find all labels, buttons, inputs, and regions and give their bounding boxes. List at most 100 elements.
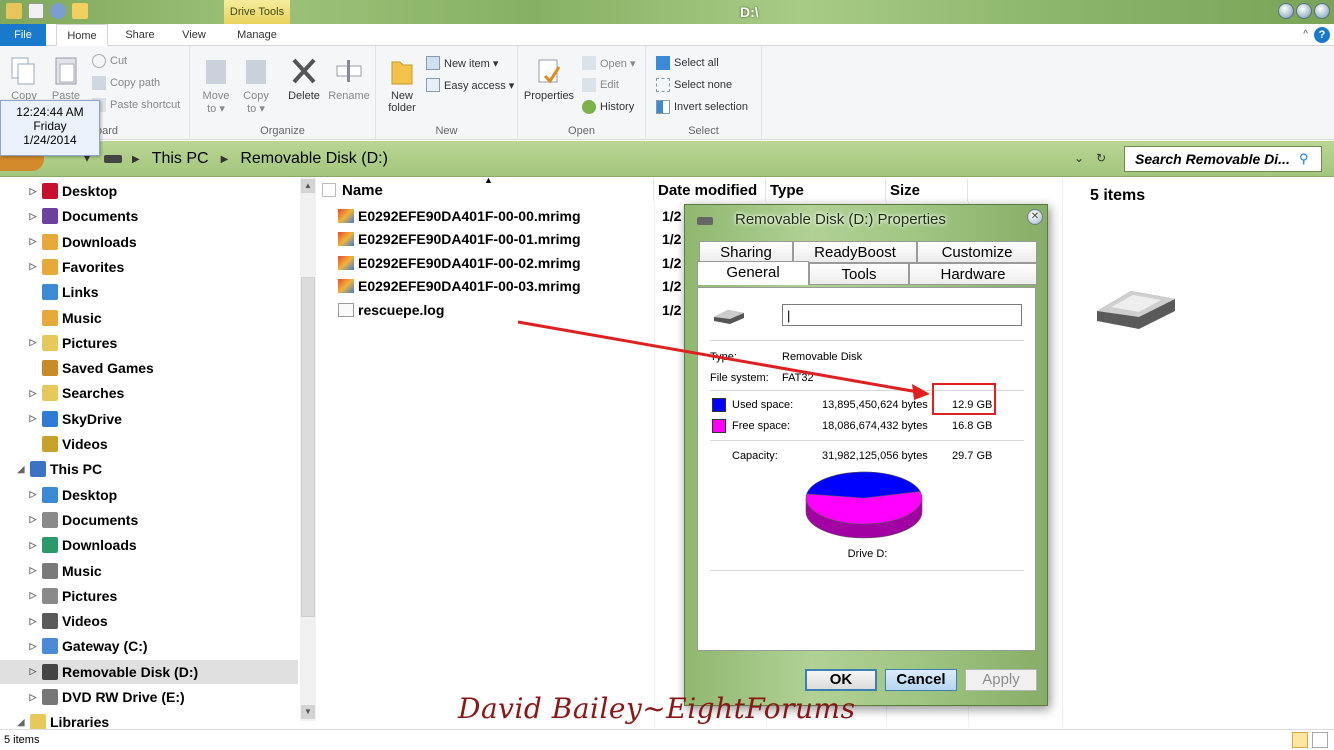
properties-icon[interactable] [28,3,44,19]
expand-arrow-icon[interactable]: ▷ [28,388,38,399]
scroll-down-icon[interactable]: ▼ [301,705,315,719]
expand-arrow-icon[interactable]: ▷ [28,236,38,247]
expand-arrow-icon[interactable]: ▷ [28,616,38,627]
expand-arrow-icon[interactable]: ▷ [28,413,38,424]
help-icon[interactable]: ? [1314,27,1330,43]
expand-arrow-icon[interactable]: ▷ [28,590,38,601]
chevron-right-icon[interactable]: ▶ [132,154,140,165]
nav-item[interactable]: ▷ SkyDrive [28,407,122,431]
column-header-name[interactable]: Name ▲ [318,175,654,201]
rename-button[interactable]: Rename [326,54,372,102]
drive-name-input[interactable] [782,304,1022,326]
tab-tools[interactable]: Tools [809,263,909,285]
column-header-type[interactable]: Type [766,179,886,201]
scroll-thumb[interactable] [301,277,315,617]
search-icon[interactable]: ⚲ [1299,151,1309,167]
expand-arrow-icon[interactable]: ▷ [28,261,38,272]
invert-selection-button[interactable]: Invert selection [656,100,748,114]
new-folder-icon[interactable] [72,3,88,19]
select-all-checkbox[interactable] [322,183,336,197]
nav-item[interactable]: ▷ Desktop [28,179,117,203]
nav-item[interactable]: ▷ DVD RW Drive (E:) [28,685,185,709]
nav-item[interactable]: Links [28,280,99,304]
nav-item[interactable]: ▷ Desktop [28,483,117,507]
column-header-date[interactable]: Date modified [654,179,766,201]
expand-arrow-icon[interactable]: ▷ [28,337,38,348]
expand-arrow-icon[interactable]: ▷ [28,186,38,197]
nav-scrollbar[interactable]: ▲ ▼ [300,177,316,721]
nav-item[interactable]: Music [28,306,102,330]
apply-button[interactable]: Apply [965,669,1037,691]
select-none-button[interactable]: Select none [656,78,732,92]
tab-file[interactable]: File [0,24,46,46]
open-button[interactable]: Open ▾ [582,56,636,70]
nav-item[interactable]: ▷ Music [28,559,102,583]
expand-arrow-icon[interactable]: ▷ [28,666,38,677]
cut-button[interactable]: Cut [92,54,127,68]
nav-item[interactable]: ◢ This PC [16,457,102,481]
expand-arrow-icon[interactable]: ◢ [16,464,26,475]
select-all-button[interactable]: Select all [656,56,719,70]
expand-arrow-icon[interactable]: ▷ [28,211,38,222]
new-item-button[interactable]: New item ▾ [426,56,498,70]
move-to-button[interactable]: Move to ▾ [198,54,234,115]
nav-item[interactable]: ▷ Removable Disk (D:) [0,659,298,684]
nav-item[interactable]: ▷ Documents [28,508,138,532]
maximize-button[interactable] [1296,3,1312,19]
tab-manage[interactable]: Manage [226,24,288,46]
breadcrumb-this-pc[interactable]: This PC [152,150,209,168]
nav-item[interactable]: Videos [28,432,108,456]
properties-button[interactable]: Properties [522,54,576,102]
nav-item[interactable]: ▷ Searches [28,381,124,405]
scroll-up-icon[interactable]: ▲ [301,179,315,193]
undo-icon[interactable] [50,3,66,19]
search-input[interactable] [1135,151,1295,167]
minimize-button[interactable] [1278,3,1294,19]
minimize-ribbon-icon[interactable]: ^ [1303,27,1308,43]
expand-arrow-icon[interactable]: ▷ [28,514,38,525]
history-button[interactable]: History [582,100,634,114]
dialog-close-button[interactable]: ✕ [1027,209,1043,225]
nav-item[interactable]: Saved Games [28,356,154,380]
expand-arrow-icon[interactable]: ▷ [28,540,38,551]
copy-path-button[interactable]: Copy path [92,76,160,90]
expand-arrow-icon[interactable]: ◢ [16,717,26,728]
tab-readyboost[interactable]: ReadyBoost [793,241,917,263]
expand-arrow-icon[interactable]: ▷ [28,565,38,576]
tab-customize[interactable]: Customize [917,241,1037,263]
copy-button[interactable]: Copy [6,54,42,102]
column-header-size[interactable]: Size [886,179,968,201]
paste-button[interactable]: Paste [46,54,86,102]
delete-button[interactable]: Delete [284,54,324,102]
cancel-button[interactable]: Cancel [885,669,957,691]
nav-item[interactable]: ▷ Videos [28,609,108,633]
nav-item[interactable]: ▷ Downloads [28,533,137,557]
chevron-right-icon[interactable]: ▶ [221,154,229,165]
nav-item[interactable]: ▷ Favorites [28,255,124,279]
explorer-icon[interactable] [6,3,22,19]
breadcrumb-removable-disk[interactable]: Removable Disk (D:) [240,150,388,168]
nav-item[interactable]: ▷ Documents [28,204,138,228]
copy-to-button[interactable]: Copy to ▾ [238,54,274,115]
expand-arrow-icon[interactable]: ▷ [28,692,38,703]
easy-access-button[interactable]: Easy access ▾ [426,78,514,92]
expand-arrow-icon[interactable]: ▷ [28,489,38,500]
expand-arrow-icon[interactable]: ▷ [28,641,38,652]
large-icons-view-icon[interactable] [1312,732,1328,748]
close-button[interactable] [1314,3,1330,19]
search-box[interactable]: ⚲ [1124,146,1322,172]
tab-home[interactable]: Home [56,24,108,46]
nav-item[interactable]: ▷ Downloads [28,230,137,254]
ok-button[interactable]: OK [805,669,877,691]
tab-view[interactable]: View [172,24,216,46]
nav-item[interactable]: ▷ Pictures [28,584,117,608]
details-view-icon[interactable] [1292,732,1308,748]
nav-item[interactable]: ▷ Pictures [28,331,117,355]
edit-button[interactable]: Edit [582,78,619,92]
nav-item[interactable]: ◢ Libraries [16,710,109,729]
tab-general[interactable]: General [697,261,809,285]
refresh-icon[interactable]: ↻ [1096,151,1106,165]
dropdown-chevron-icon[interactable]: ⌄ [1074,151,1084,165]
tab-sharing[interactable]: Sharing [699,241,793,263]
paste-shortcut-button[interactable]: Paste shortcut [92,98,180,112]
